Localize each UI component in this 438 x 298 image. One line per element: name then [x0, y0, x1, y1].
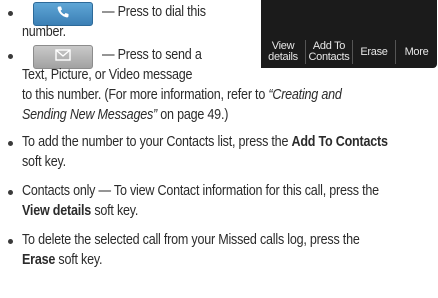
softkey-erase[interactable]: Erase	[353, 36, 395, 68]
bullet-add-contacts-text: To add the number to your Contacts list,…	[22, 134, 388, 150]
message-item-text-line4: Sending New Messages” on page 49.)	[22, 105, 228, 125]
message-item-text-line3: to this number. (For more information, r…	[22, 85, 342, 105]
softkey-more[interactable]: More	[396, 36, 437, 68]
bullet-dot	[8, 11, 13, 16]
bullet-dot	[8, 190, 13, 195]
phone-handset-icon	[56, 5, 70, 24]
erase-softkey-ref: Erase	[22, 252, 56, 268]
add-to-contacts-softkey-ref: Add To Contacts	[291, 134, 388, 150]
call-item-text: — Press to dial this	[102, 4, 206, 20]
phone-softkey-panel: View details Add To Contacts Erase More	[261, 0, 437, 68]
bullet-erase-text: To delete the selected call from your Mi…	[22, 232, 360, 248]
bullet-dot	[8, 54, 13, 59]
envelope-icon	[55, 48, 71, 66]
message-item-text-line2: Text, Picture, or Video message	[22, 67, 193, 83]
message-item-text: — Press to send a	[102, 47, 202, 63]
bullet-add-contacts-text-line2: soft key.	[22, 154, 66, 170]
bullet-dot	[8, 141, 13, 146]
cross-reference-link-cont[interactable]: Sending New Messages”	[22, 107, 157, 123]
message-item-reference: to this number. (For more information, r…	[22, 87, 269, 103]
cross-reference-link[interactable]: “Creating and	[268, 87, 341, 103]
bullet-view-details-text: Contacts only — To view Contact informat…	[22, 183, 379, 199]
page-reference: on page 49.)	[157, 107, 229, 123]
softkey-add-to-contacts[interactable]: Add To Contacts	[306, 36, 352, 68]
view-details-softkey-ref: View details	[22, 203, 92, 219]
call-item-text-line2: number.	[22, 24, 66, 40]
bullet-erase-text-line2: Erase soft key.	[22, 252, 103, 268]
bullet-dot	[8, 239, 13, 244]
manual-page: — Press to dial this number. — Press to …	[0, 0, 438, 298]
bullet-view-details-text-line2: View details soft key.	[22, 203, 139, 219]
softkey-view-details[interactable]: View details	[261, 36, 305, 68]
